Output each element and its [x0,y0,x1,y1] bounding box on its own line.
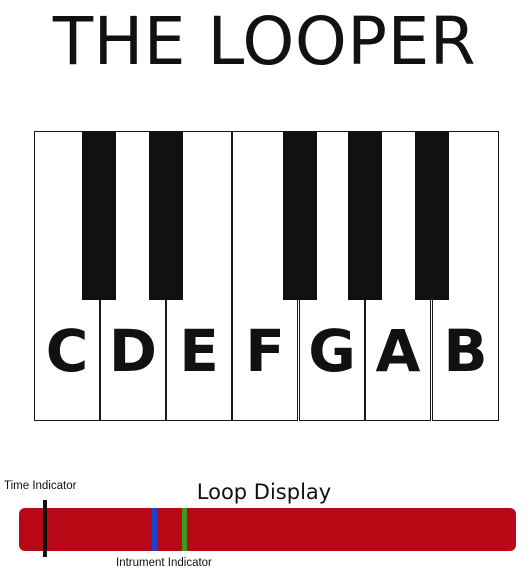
time-indicator[interactable] [43,500,47,557]
key-label-c: C [45,317,89,385]
piano-keyboard: C D E F G A B [34,131,499,423]
piano-key-a-sharp[interactable] [415,131,449,300]
instrument-indicator-green[interactable] [182,508,187,551]
key-label-d: D [108,317,158,385]
piano-key-f-sharp[interactable] [283,131,317,300]
key-label-g: G [308,317,356,385]
app-title: THE LOOPER [52,3,477,80]
key-label-e: E [179,317,219,385]
piano-key-g-sharp[interactable] [348,131,382,300]
instrument-indicator-blue[interactable] [152,508,157,551]
time-indicator-label: Time Indicator [4,480,77,492]
loop-display-bar[interactable] [19,508,516,551]
piano-key-d-sharp[interactable] [149,131,183,300]
key-label-b: B [443,317,488,385]
loop-display-title: Loop Display [196,480,332,504]
piano-key-c-sharp[interactable] [82,131,116,300]
key-label-a: A [375,317,421,385]
key-label-f: F [245,317,285,385]
instrument-indicator-label: Intrument Indicator [116,557,212,569]
